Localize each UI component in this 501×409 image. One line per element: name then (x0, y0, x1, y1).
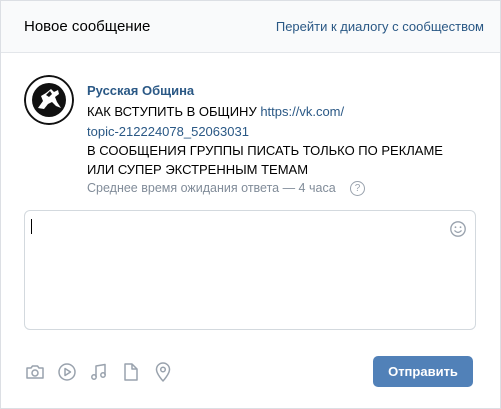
document-icon[interactable] (120, 361, 142, 383)
help-icon[interactable]: ? (350, 181, 365, 196)
message-line-4: ИЛИ СУПЕР ЭКСТРЕННЫМ ТЕМАМ (87, 162, 309, 177)
message-input[interactable] (24, 210, 476, 330)
message-link-part2[interactable]: topic-212224078_52063031 (87, 124, 249, 139)
modal-title: Новое сообщение (24, 18, 151, 35)
community-logo (24, 75, 74, 125)
music-icon[interactable] (88, 361, 110, 383)
emoji-icon[interactable] (449, 220, 467, 238)
camera-icon[interactable] (24, 361, 46, 383)
community-name-link[interactable]: Русская Община (87, 83, 194, 98)
community-avatar[interactable] (24, 75, 74, 125)
wait-time-text: Среднее время ожидания ответа — 4 часа (87, 181, 336, 195)
location-icon[interactable] (152, 361, 174, 383)
go-to-dialog-link[interactable]: Перейти к диалогу с сообществом (276, 19, 484, 34)
video-icon[interactable] (56, 361, 78, 383)
message-modal: Новое сообщение Перейти к диалогу с сооб… (0, 0, 501, 409)
text-caret (31, 219, 32, 234)
message-text-join: КАК ВСТУПИТЬ В ОБЩИНУ (87, 104, 261, 119)
send-button[interactable]: Отправить (373, 356, 473, 387)
message-link-part1[interactable]: https://vk.com/ (260, 104, 344, 119)
message-line-3: В СООБЩЕНИЯ ГРУППЫ ПИСАТЬ ТОЛЬКО ПО РЕКЛ… (87, 143, 443, 158)
modal-header: Новое сообщение Перейти к диалогу с сооб… (1, 1, 500, 53)
message-line-2: topic-212224078_52063031 (87, 124, 249, 139)
message-line-1: КАК ВСТУПИТЬ В ОБЩИНУ https://vk.com/ (87, 104, 344, 119)
